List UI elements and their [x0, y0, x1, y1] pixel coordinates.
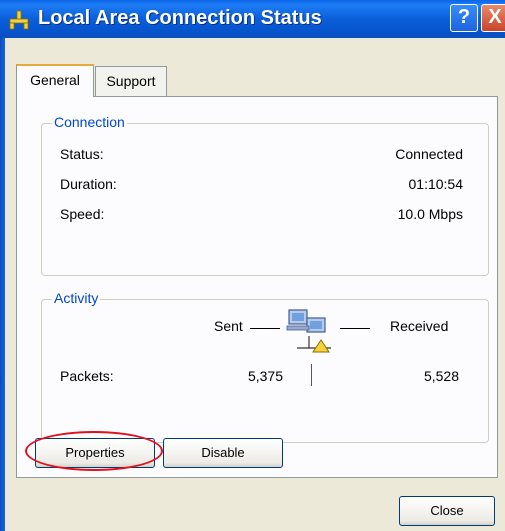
window-frame-left	[0, 38, 5, 531]
properties-button[interactable]: Properties	[35, 438, 155, 468]
sent-line	[250, 328, 280, 329]
window-title: Local Area Connection Status	[38, 7, 322, 29]
packets-received-value: 5,528	[423, 368, 459, 384]
title-bar[interactable]: Local Area Connection Status ? X	[0, 0, 505, 38]
disable-button[interactable]: Disable	[163, 438, 283, 468]
close-button[interactable]: Close	[399, 496, 495, 526]
duration-label: Duration:	[60, 176, 117, 192]
speed-value: 10.0 Mbps	[397, 206, 463, 222]
duration-value: 01:10:54	[408, 176, 464, 192]
received-label: Received	[390, 318, 449, 334]
tab-support[interactable]: Support	[95, 66, 167, 96]
packets-divider	[311, 364, 312, 386]
packets-sent-value: 5,375	[247, 368, 283, 384]
packets-label: Packets:	[60, 368, 114, 384]
network-activity-icon	[286, 309, 331, 353]
help-button[interactable]: ?	[450, 4, 478, 32]
speed-label: Speed:	[60, 206, 105, 222]
connection-group-label: Connection	[52, 114, 127, 130]
close-window-button[interactable]: X	[481, 4, 505, 32]
network-connection-icon	[9, 10, 29, 30]
sent-label: Sent	[214, 318, 243, 334]
status-label: Status:	[60, 146, 104, 162]
connection-status-dialog: Local Area Connection Status ? X General…	[0, 0, 505, 531]
status-value: Connected	[395, 146, 463, 162]
received-line	[340, 328, 370, 329]
tab-general[interactable]: General	[16, 64, 94, 97]
activity-group-label: Activity	[52, 290, 101, 306]
